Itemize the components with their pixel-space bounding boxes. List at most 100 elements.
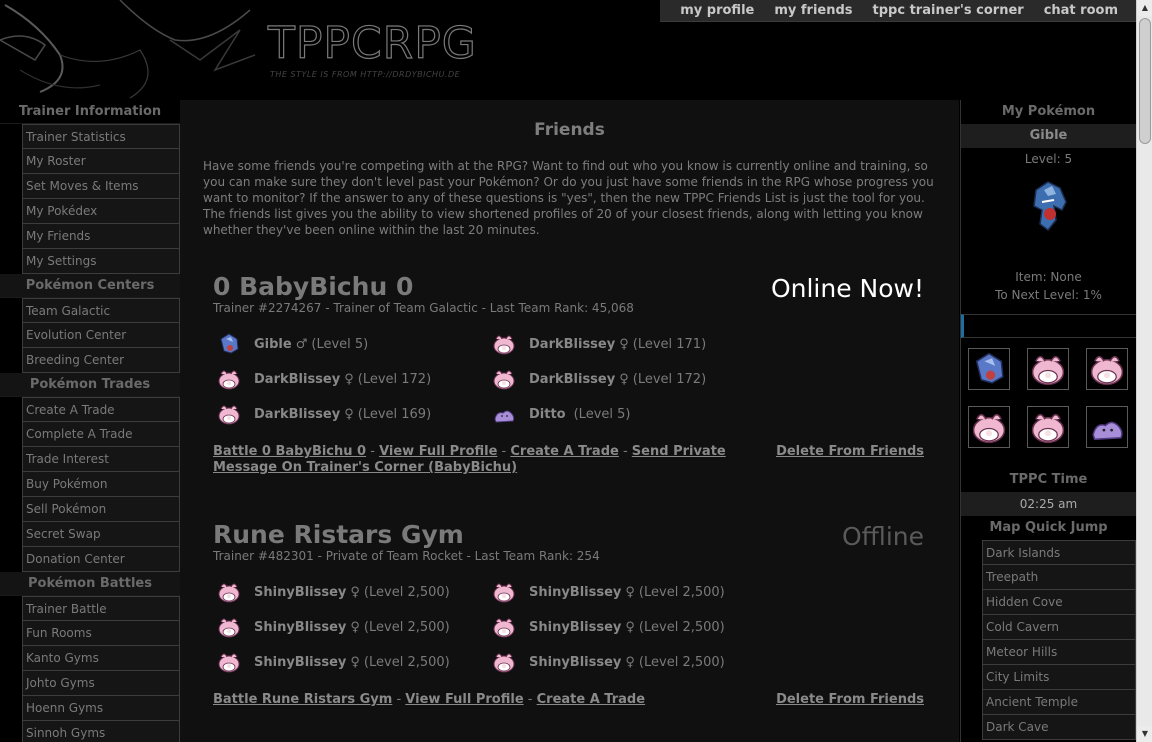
map-item[interactable]: Hidden Cove	[982, 590, 1136, 615]
pokemon-level: (Level 2,500)	[638, 584, 725, 600]
friend-name[interactable]: Rune Ristars Gym	[213, 520, 924, 549]
scroll-up-arrow-icon[interactable]: ▲	[1137, 0, 1152, 16]
vertical-scrollbar[interactable]: ▲ ▼	[1136, 0, 1152, 742]
friend-actions: Battle 0 BabyBichu 0 - View Full Profile…	[213, 444, 924, 476]
pokemon-name[interactable]: ShinyBlissey	[529, 585, 621, 600]
team-slot[interactable]	[1027, 348, 1069, 390]
friend-action-link[interactable]: View Full Profile	[405, 692, 523, 707]
blissey-sprite-icon	[1031, 413, 1065, 444]
friend-subline: Trainer #2274267 - Trainer of Team Galac…	[213, 301, 634, 315]
blissey-sprite-icon	[493, 335, 515, 355]
friend-action-link[interactable]: Battle Rune Ristars Gym	[213, 692, 392, 707]
sidebar-item[interactable]: Create A Trade	[22, 397, 180, 422]
pokemon-name[interactable]: ShinyBlissey	[529, 620, 621, 635]
team-slot[interactable]	[1027, 406, 1069, 448]
sidebar-item[interactable]: Buy Pokémon	[22, 472, 180, 497]
sidebar-item[interactable]: Sell Pokémon	[22, 497, 180, 522]
pokemon-entry: DarkBlissey ♀ (Level 171)	[488, 331, 763, 357]
sidebar-item[interactable]: My Roster	[22, 149, 180, 174]
sidebar-item[interactable]: Sinnoh Gyms	[22, 721, 180, 742]
sidebar-item[interactable]: Hoenn Gyms	[22, 696, 180, 721]
status-badge: Offline	[841, 522, 924, 551]
pokemon-list: ShinyBlissey ♀ (Level 2,500) ShinyBlissey ♀(…	[213, 579, 924, 675]
blissey-sprite-icon	[218, 405, 240, 425]
sidebar-item[interactable]: Kanto Gyms	[22, 646, 180, 671]
blissey-sprite-icon	[218, 653, 240, 673]
link-separator: -	[392, 692, 406, 707]
pokemon-name[interactable]: DarkBlissey	[254, 407, 340, 422]
sidebar-item[interactable]: My Pokédex	[22, 199, 180, 224]
pokemon-name[interactable]: DarkBlissey	[254, 372, 340, 387]
pokemon-name[interactable]: ShinyBlissey	[529, 655, 621, 670]
sidebar-heading: Pokémon Centers	[0, 274, 180, 298]
delete-friend-link[interactable]: Delete From Friends	[776, 444, 924, 460]
pokemon-name[interactable]: ShinyBlissey	[254, 585, 346, 600]
blissey-sprite-icon	[493, 370, 515, 390]
pokemon-entry: ShinyBlissey ♀ (Level 2,500)	[213, 614, 488, 640]
map-item[interactable]: Cold Cavern	[982, 615, 1136, 640]
ditto-sprite-icon	[1092, 421, 1123, 441]
sidebar-item[interactable]: Fun Rooms	[22, 621, 180, 646]
sidebar-item[interactable]: Trade Interest	[22, 447, 180, 472]
header: TPPCRPG THE STYLE IS FROM HTTP://DRDYBIC…	[0, 0, 1136, 100]
ditto-sprite-icon	[494, 410, 515, 423]
blissey-sprite-icon	[1031, 355, 1065, 386]
nav-chat-room[interactable]: chat room	[1044, 0, 1118, 21]
sidebar-item[interactable]: Breeding Center	[22, 348, 180, 373]
sidebar-heading: Pokémon Battles	[0, 572, 180, 596]
pokemon-entry: ShinyBlissey ♀ (Level 2,500)	[488, 649, 763, 675]
nav-my-profile[interactable]: my profile	[680, 0, 754, 21]
sidebar-item[interactable]: Complete A Trade	[22, 422, 180, 447]
sidebar-item[interactable]: Evolution Center	[22, 323, 180, 348]
friend-action-link[interactable]: Create A Trade	[537, 692, 645, 707]
status-badge: Online Now!	[770, 274, 924, 303]
team-slot[interactable]	[968, 348, 1010, 390]
delete-friend-link[interactable]: Delete From Friends	[776, 692, 924, 708]
sidebar-item[interactable]: Donation Center	[22, 547, 180, 572]
pokemon-name[interactable]: ShinyBlissey	[254, 620, 346, 635]
friend-links: Battle Rune Ristars Gym - View Full Prof…	[213, 692, 773, 708]
friend-action-link[interactable]: Create A Trade	[510, 444, 618, 459]
pokemon-name[interactable]: Ditto	[529, 407, 566, 422]
my-pokemon-next-level: To Next Level: 1%	[995, 288, 1102, 302]
friend-subline: Trainer #482301 - Private of Team Rocket…	[213, 549, 600, 563]
sidebar-item[interactable]: Trainer Statistics	[22, 124, 180, 149]
sidebar-item[interactable]: Secret Swap	[22, 522, 180, 547]
gender-symbol: ♀	[344, 406, 354, 422]
sidebar-item[interactable]: Trainer Battle	[22, 596, 180, 621]
gender-symbol: ♀	[350, 619, 360, 635]
logo-title: TPPCRPG	[267, 17, 477, 69]
map-item[interactable]: Treepath	[982, 565, 1136, 590]
blissey-sprite-icon	[493, 618, 515, 638]
gender-symbol: ♀	[344, 371, 354, 387]
friend-action-link[interactable]: View Full Profile	[379, 444, 497, 459]
sidebar-item[interactable]: My Friends	[22, 224, 180, 249]
nav-trainers-corner[interactable]: tppc trainer's corner	[873, 0, 1024, 21]
scroll-down-arrow-icon[interactable]: ▼	[1137, 726, 1152, 742]
map-item[interactable]: Meteor Hills	[982, 640, 1136, 665]
sidebar-item[interactable]: Team Galactic	[22, 298, 180, 323]
sidebar-item[interactable]: My Settings	[22, 249, 180, 274]
nav-my-friends[interactable]: my friends	[774, 0, 852, 21]
pokemon-name[interactable]: DarkBlissey	[529, 372, 615, 387]
map-item[interactable]: Dark Islands	[982, 540, 1136, 565]
pokemon-name[interactable]: DarkBlissey	[529, 337, 615, 352]
pokemon-name[interactable]: Gible	[254, 337, 292, 352]
team-slot[interactable]	[968, 406, 1010, 448]
sidebar-item[interactable]: Set Moves & Items	[22, 174, 180, 199]
gible-sprite-icon	[220, 333, 239, 354]
pokemon-name[interactable]: ShinyBlissey	[254, 655, 346, 670]
map-item[interactable]: Ancient Temple	[982, 690, 1136, 715]
left-sidebar: Trainer Information Trainer Statistics My …	[0, 100, 180, 742]
blissey-sprite-icon	[218, 370, 240, 390]
my-pokemon-name[interactable]: Gible	[961, 124, 1136, 148]
map-item[interactable]: Dark Cave	[982, 715, 1136, 740]
map-item[interactable]: City Limits	[982, 665, 1136, 690]
friend-action-link[interactable]: Battle 0 BabyBichu 0	[213, 444, 366, 459]
team-slot[interactable]	[1086, 406, 1128, 448]
pokemon-level: (Level 172)	[632, 371, 707, 387]
scroll-thumb[interactable]	[1139, 18, 1151, 144]
sidebar-item[interactable]: Johto Gyms	[22, 671, 180, 696]
team-slot[interactable]	[1086, 348, 1128, 390]
pokemon-level: (Level 5)	[573, 406, 631, 422]
